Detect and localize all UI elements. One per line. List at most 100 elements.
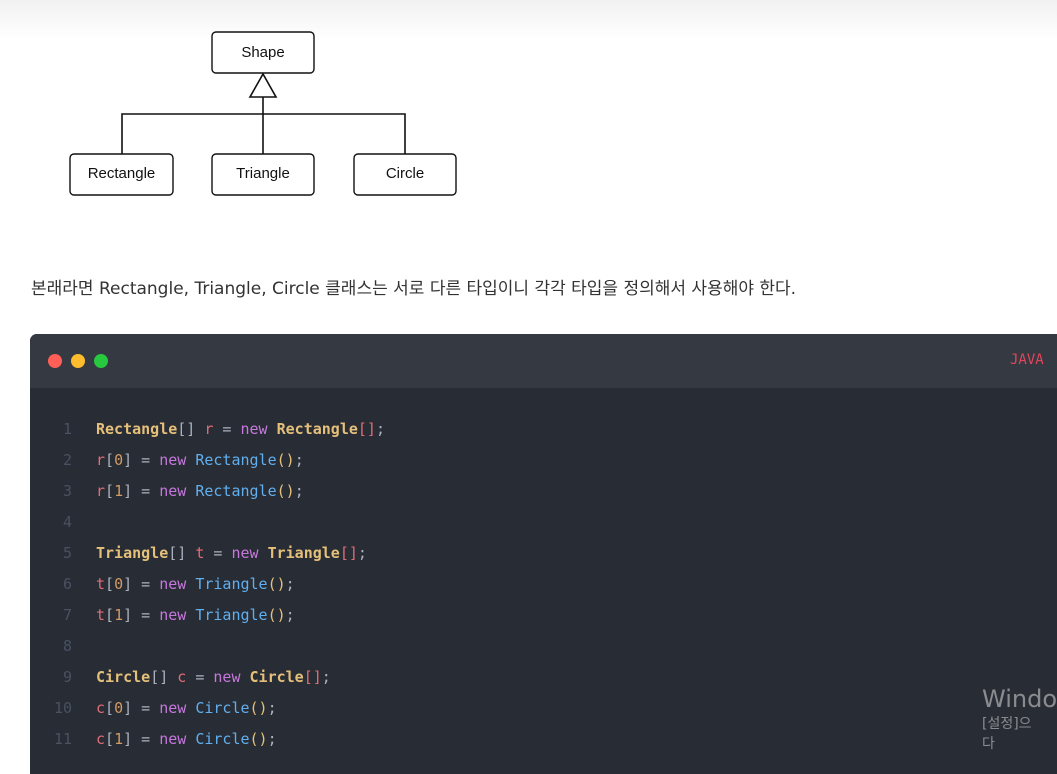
- code-token: Rectangle: [96, 420, 178, 438]
- code-token: Triangle: [96, 544, 169, 562]
- code-token: Triangle: [195, 575, 268, 593]
- line-number: 7: [62, 606, 72, 624]
- code-token: ] =: [123, 699, 160, 717]
- line-number: 6: [62, 575, 72, 593]
- code-token: 0: [114, 451, 124, 469]
- code-language-label: JAVA: [1010, 352, 1044, 368]
- code-token: Triangle: [267, 544, 340, 562]
- windows-activation-watermark: Windo [설정]으 다: [982, 684, 1057, 754]
- line-number: 5: [62, 544, 72, 562]
- code-token: ;: [357, 544, 367, 562]
- maximize-dot-icon: [94, 354, 108, 368]
- code-token: (): [249, 699, 268, 717]
- code-token: [: [105, 482, 115, 500]
- code-line: 8: [30, 631, 1057, 662]
- code-token: Circle: [195, 730, 250, 748]
- uml-class-rectangle-label: Rectangle: [88, 165, 156, 182]
- code-token: ] =: [123, 451, 160, 469]
- code-token: ] =: [123, 730, 160, 748]
- code-token: ;: [267, 730, 277, 748]
- code-token: new: [159, 482, 196, 500]
- code-token: (): [249, 730, 268, 748]
- code-token: new: [240, 420, 277, 438]
- line-number: 1: [62, 420, 72, 438]
- code-token: []: [357, 420, 376, 438]
- line-number: 9: [62, 668, 72, 686]
- code-token: 1: [114, 606, 124, 624]
- code-token: new: [159, 699, 196, 717]
- code-token: (): [276, 482, 295, 500]
- code-block-titlebar: JAVA: [30, 334, 1057, 388]
- code-token: Circle: [96, 668, 151, 686]
- code-token: []: [177, 420, 205, 438]
- code-token: 0: [114, 575, 124, 593]
- inheritance-connectors: [121, 97, 406, 154]
- code-token: [: [105, 575, 115, 593]
- code-token: Circle: [249, 668, 304, 686]
- code-token: Triangle: [195, 606, 268, 624]
- code-token: Rectangle: [195, 482, 277, 500]
- code-token: new: [159, 575, 196, 593]
- code-token: new: [159, 606, 196, 624]
- uml-class-rectangle: Rectangle: [69, 153, 174, 196]
- code-token: r: [96, 451, 106, 469]
- code-token: c: [96, 699, 106, 717]
- code-token: r: [96, 482, 106, 500]
- code-token: [: [105, 699, 115, 717]
- code-token: t: [96, 575, 106, 593]
- code-token: ] =: [123, 575, 160, 593]
- line-number: 3: [62, 482, 72, 500]
- code-line: 4: [30, 507, 1057, 538]
- uml-class-circle-label: Circle: [386, 165, 424, 182]
- watermark-line3: 다: [982, 736, 995, 752]
- line-number: 2: [62, 451, 72, 469]
- uml-class-shape: Shape: [211, 31, 315, 74]
- code-token: ;: [267, 699, 277, 717]
- code-token: [: [105, 451, 115, 469]
- code-token: ;: [294, 482, 304, 500]
- code-line: 5 Triangle[] t = new Triangle[];: [30, 538, 1057, 569]
- code-token: 1: [114, 482, 124, 500]
- code-token: new: [231, 544, 268, 562]
- code-token: ;: [375, 420, 385, 438]
- watermark-subtitle: [설정]으: [982, 716, 1032, 732]
- uml-class-shape-label: Shape: [241, 44, 284, 61]
- code-token: Circle: [195, 699, 250, 717]
- code-token: =: [204, 544, 232, 562]
- code-token: []: [150, 668, 178, 686]
- code-token: [: [105, 606, 115, 624]
- code-token: t: [96, 606, 106, 624]
- minimize-dot-icon: [71, 354, 85, 368]
- left-branch-line: [121, 113, 263, 154]
- code-token: (): [276, 451, 295, 469]
- code-line: 11 c[1] = new Circle();: [30, 724, 1057, 755]
- code-line: 2 r[0] = new Rectangle();: [30, 445, 1057, 476]
- code-line: 7 t[1] = new Triangle();: [30, 600, 1057, 631]
- code-line: 6 t[0] = new Triangle();: [30, 569, 1057, 600]
- uml-class-circle: Circle: [353, 153, 457, 196]
- line-number: 8: [62, 637, 72, 655]
- code-line: 10 c[0] = new Circle();: [30, 693, 1057, 724]
- code-token: ;: [285, 606, 295, 624]
- uml-class-triangle-label: Triangle: [236, 165, 290, 182]
- generalization-arrow-icon: [248, 72, 278, 98]
- code-token: c: [177, 668, 187, 686]
- code-token: ] =: [123, 482, 160, 500]
- code-token: (): [267, 606, 286, 624]
- close-dot-icon: [48, 354, 62, 368]
- code-token: =: [186, 668, 214, 686]
- code-token: 1: [114, 730, 124, 748]
- code-lines: 1 Rectangle[] r = new Rectangle[]; 2 r[0] =…: [30, 414, 1057, 755]
- code-token: Rectangle: [195, 451, 277, 469]
- uml-class-triangle: Triangle: [211, 153, 315, 196]
- body-paragraph: 본래라면 Rectangle, Triangle, Circle 클래스는 서로…: [31, 279, 797, 299]
- code-token: Rectangle: [276, 420, 358, 438]
- code-block: JAVA 1 Rectangle[] r = new Rectangle[]; 2 r…: [30, 334, 1057, 774]
- line-number: 11: [53, 730, 72, 748]
- line-number: 10: [53, 699, 72, 717]
- line-number: 4: [62, 513, 72, 531]
- code-token: []: [339, 544, 358, 562]
- code-token: ;: [294, 451, 304, 469]
- code-token: (): [267, 575, 286, 593]
- code-token: ;: [285, 575, 295, 593]
